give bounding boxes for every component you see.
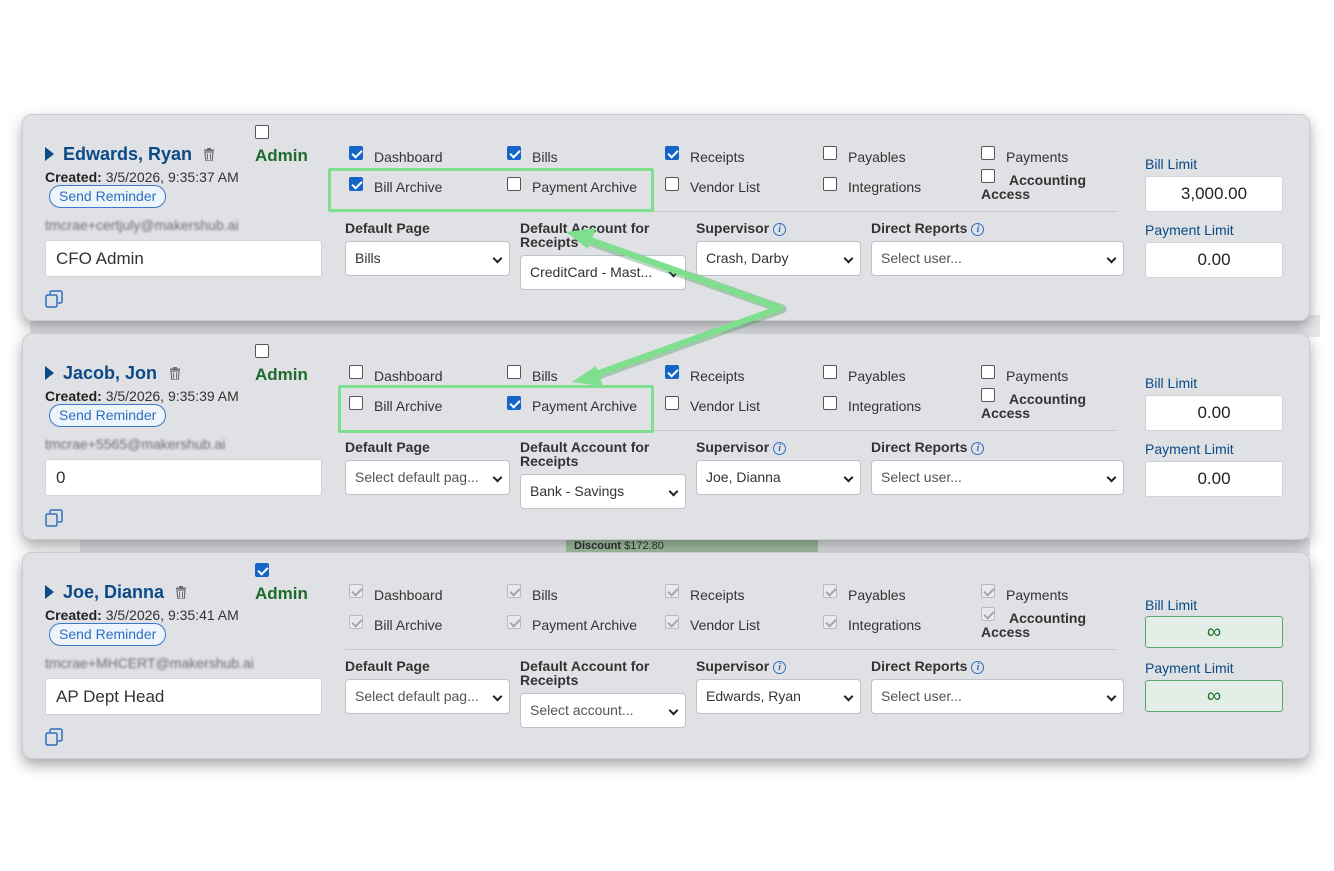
annotation-arrow xyxy=(566,228,787,386)
